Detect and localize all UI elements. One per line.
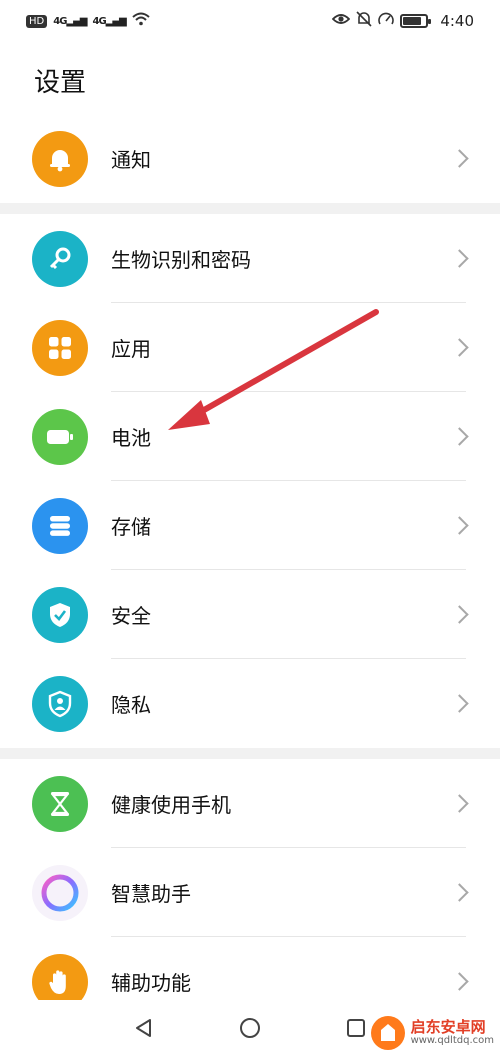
battery-icon	[32, 408, 88, 465]
settings-item-label: 电池	[111, 426, 151, 450]
settings-item-notifications[interactable]: 通知	[0, 114, 500, 203]
watermark-url: www.qdltdq.com	[410, 1034, 494, 1046]
watermark-logo-icon	[370, 1016, 405, 1050]
hourglass-icon	[32, 775, 88, 832]
status-bar: HD 4G▂▄▆ 4G▂▄▆ 4:40	[0, 0, 500, 42]
battery-status-icon	[400, 14, 432, 28]
chevron-right-icon	[450, 149, 469, 168]
home-button[interactable]	[237, 1015, 263, 1041]
privacy-shield-icon	[32, 675, 88, 732]
settings-item-label: 隐私	[111, 693, 151, 717]
bell-icon	[32, 130, 88, 187]
key-icon	[32, 230, 88, 287]
page-title: 设置	[34, 68, 87, 98]
settings-item-privacy[interactable]: 隐私	[0, 659, 500, 748]
speedometer-icon	[378, 11, 395, 31]
shield-check-icon	[32, 586, 88, 643]
settings-item-security[interactable]: 安全	[0, 570, 500, 659]
chevron-right-icon	[450, 249, 469, 268]
settings-item-apps[interactable]: 应用	[0, 303, 500, 392]
settings-item-label: 智慧助手	[111, 882, 191, 906]
apps-grid-icon	[32, 319, 88, 376]
settings-item-biometrics[interactable]: 生物识别和密码	[0, 214, 500, 303]
settings-item-digital-balance[interactable]: 健康使用手机	[0, 759, 500, 848]
wifi-icon	[132, 12, 150, 30]
settings-item-label: 生物识别和密码	[111, 248, 251, 272]
watermark-name: 启东安卓网	[410, 1017, 486, 1036]
recents-button[interactable]	[343, 1015, 369, 1041]
signal-icon: 4G▂▄▆	[92, 15, 126, 27]
settings-item-label: 通知	[111, 148, 151, 172]
chevron-right-icon	[450, 972, 469, 991]
chevron-right-icon	[450, 427, 469, 446]
assistant-orb-icon	[32, 864, 88, 921]
hd-badge: HD	[26, 14, 48, 28]
watermark: 启东安卓网 www.qdltdq.com	[370, 1016, 494, 1050]
settings-group-2: 生物识别和密码 应用 电池 存储 安全 隐私	[0, 214, 500, 748]
back-button[interactable]	[131, 1015, 157, 1041]
clock-time: 4:40	[440, 12, 474, 30]
settings-item-label: 应用	[111, 337, 151, 361]
chevron-right-icon	[450, 516, 469, 535]
group-separator	[0, 748, 500, 759]
chevron-right-icon	[450, 883, 469, 902]
chevron-right-icon	[450, 605, 469, 624]
mute-bell-icon	[356, 11, 372, 31]
group-separator	[0, 203, 500, 214]
settings-group-3: 健康使用手机 智慧助手 辅助功能	[0, 759, 500, 1026]
settings-group-1: 通知	[0, 114, 500, 203]
eye-icon	[332, 12, 351, 30]
chevron-right-icon	[450, 694, 469, 713]
settings-item-assistant[interactable]: 智慧助手	[0, 848, 500, 937]
settings-item-storage[interactable]: 存储	[0, 481, 500, 570]
storage-icon	[32, 497, 88, 554]
settings-item-label: 辅助功能	[111, 971, 191, 995]
settings-item-label: 健康使用手机	[111, 793, 231, 817]
settings-item-label: 存储	[111, 515, 151, 539]
settings-item-label: 安全	[111, 604, 151, 628]
settings-item-battery[interactable]: 电池	[0, 392, 500, 481]
signal-icon: 4G▂▄▆	[53, 15, 87, 27]
chevron-right-icon	[450, 794, 469, 813]
chevron-right-icon	[450, 338, 469, 357]
